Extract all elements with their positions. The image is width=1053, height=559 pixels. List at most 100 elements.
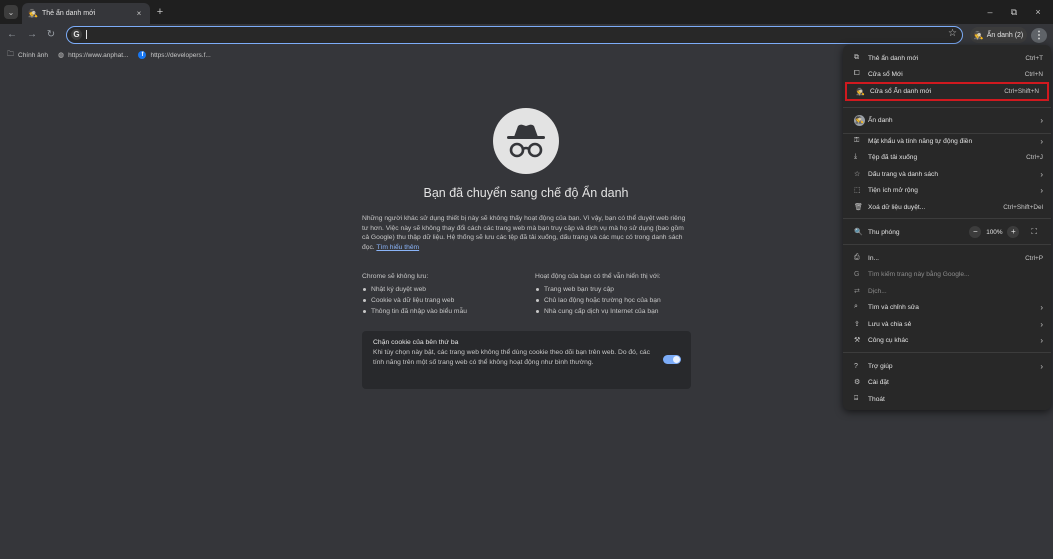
key-icon: ⚿: [854, 137, 860, 144]
menu-item-label: Trợ giúp: [868, 362, 893, 370]
find-icon: ⌕: [854, 303, 858, 310]
chevron-right-icon: ›: [1040, 136, 1043, 146]
menu-item-label: Tìm kiếm trang này bằng Google...: [868, 270, 970, 278]
menu-divider: [843, 352, 1051, 353]
menu-item-new-incognito-window[interactable]: 🕵 Cửa sổ Ẩn danh mới Ctrl+Shift+N: [845, 82, 1049, 101]
menu-item-label: Tệp đã tải xuống: [868, 153, 918, 161]
zoom-in-button[interactable]: +: [1007, 226, 1020, 238]
menu-item-new-incognito-tab[interactable]: ⧉ Thẻ ẩn danh mới Ctrl+T: [843, 50, 1051, 66]
cookie-toggle[interactable]: [663, 355, 681, 364]
menu-item-label: Tìm và chỉnh sửa: [868, 303, 919, 311]
menu-item-label: Thu phóng: [868, 228, 900, 236]
bookmark-item[interactable]: 🗀 Chính ảnh: [7, 50, 48, 61]
menu-item-label: Tiện ích mở rộng: [868, 186, 918, 194]
forward-button[interactable]: →: [26, 29, 38, 41]
google-icon: G: [71, 29, 82, 40]
not-saved-section: Chrome sẽ không lưu: Nhật ký duyệt web C…: [362, 273, 467, 317]
menu-item-new-window[interactable]: ⧠ Cửa sổ Mới Ctrl+N: [843, 66, 1051, 82]
third-party-cookie-card: Chặn cookie của bên thứ ba Khi tùy chọn …: [362, 331, 691, 389]
translate-icon: ⇄: [854, 288, 860, 295]
menu-divider: [843, 107, 1051, 108]
menu-item-label: Cửa sổ Mới: [868, 70, 903, 78]
menu-item-more-tools[interactable]: ⚒ Công cụ khác ›: [843, 332, 1051, 348]
download-icon: ⤓: [854, 153, 858, 160]
menu-item-passwords[interactable]: ⚿ Mật khẩu và tính năng tự động điền ›: [843, 133, 1051, 149]
new-tab-icon: ⧉: [854, 54, 859, 61]
menu-item-settings[interactable]: ⚙ Cài đặt: [843, 374, 1051, 390]
trash-icon: 🗑: [854, 204, 863, 211]
menu-item-label: Mật khẩu và tính năng tự động điền: [868, 137, 973, 145]
menu-item-save-share[interactable]: ⇪ Lưu và chia sẻ ›: [843, 316, 1051, 332]
bookmark-label: Chính ảnh: [18, 51, 48, 59]
menu-item-label: Xoá dữ liệu duyệt...: [868, 203, 926, 211]
bookmark-star-icon[interactable]: ☆: [948, 28, 957, 39]
menu-item-find-edit[interactable]: ⌕ Tìm và chỉnh sửa ›: [843, 299, 1051, 315]
tab-title: Thẻ ẩn danh mới: [42, 10, 96, 17]
menu-item-label: Ẩn danh: [868, 116, 893, 124]
menu-item-label: In...: [868, 254, 879, 262]
extension-icon: ⬚: [854, 187, 861, 194]
print-icon: ⎙: [854, 254, 860, 261]
tab-incognito[interactable]: 🕵 Thẻ ẩn danh mới ×: [22, 3, 150, 24]
menu-item-search-google: G Tìm kiếm trang này bằng Google...: [843, 266, 1051, 282]
menu-item-help[interactable]: ? Trợ giúp ›: [843, 358, 1051, 374]
visible-to-section: Hoạt động của bạn có thể vẫn hiển thị vớ…: [535, 273, 661, 317]
menu-item-label: Cửa sổ Ẩn danh mới: [870, 88, 932, 95]
back-button[interactable]: ←: [6, 29, 18, 41]
menu-divider: [843, 244, 1051, 245]
menu-item-shortcut: Ctrl+N: [1024, 70, 1043, 78]
menu-item-profile[interactable]: 🕵 Ẩn danh ›: [843, 111, 1051, 129]
chrome-menu-button[interactable]: ⋮: [1031, 28, 1047, 43]
menu-item-label: Lưu và chia sẻ: [868, 320, 912, 328]
bookmark-item[interactable]: ◍ https://www.anphat...: [58, 51, 129, 60]
menu-item-label: Thẻ ẩn danh mới: [868, 54, 919, 62]
menu-item-extensions[interactable]: ⬚ Tiện ích mở rộng ›: [843, 182, 1051, 198]
bookmark-label: https://www.anphat...: [68, 51, 129, 59]
toolbar: ← → ↻ G ☆ 🕵 Ẩn danh (2) ⋮: [0, 24, 1053, 46]
menu-item-shortcut: Ctrl+P: [1025, 254, 1043, 262]
section-title: Hoạt động của bạn có thể vẫn hiển thị vớ…: [535, 273, 661, 280]
bookmark-label: https://developers.f...: [150, 51, 211, 59]
close-icon[interactable]: ×: [134, 9, 144, 18]
menu-item-downloads[interactable]: ⤓ Tệp đã tải xuống Ctrl+J: [843, 149, 1051, 165]
incognito-label: Ẩn danh (2): [986, 31, 1024, 39]
chevron-right-icon: ›: [1040, 185, 1043, 195]
share-icon: ⇪: [854, 321, 860, 328]
toggle-knob: [673, 356, 680, 363]
tab-search-button[interactable]: ⌄: [4, 5, 18, 19]
menu-item-shortcut: Ctrl+T: [1025, 54, 1043, 62]
zoom-level: 100%: [986, 228, 1003, 236]
list-item: Nhà cung cấp dịch vụ Internet của bạn: [535, 306, 661, 317]
zoom-out-button[interactable]: −: [969, 226, 982, 238]
menu-item-clear-data[interactable]: 🗑 Xoá dữ liệu duyệt... Ctrl+Shift+Del: [843, 199, 1051, 215]
menu-item-shortcut: Ctrl+Shift+N: [1004, 88, 1039, 95]
menu-item-print[interactable]: ⎙ In... Ctrl+P: [843, 250, 1051, 266]
incognito-icon: [507, 124, 545, 158]
address-bar[interactable]: G ☆: [66, 26, 963, 44]
help-icon: ?: [854, 362, 858, 370]
folder-icon: 🗀: [7, 50, 14, 58]
learn-more-link[interactable]: Tìm hiểu thêm: [376, 244, 419, 251]
reload-button[interactable]: ↻: [45, 29, 57, 41]
chevron-right-icon: ›: [1040, 335, 1043, 345]
close-window-button[interactable]: ×: [1029, 5, 1047, 19]
settings-icon: ⚙: [854, 379, 861, 386]
menu-item-bookmarks[interactable]: ☆ Dấu trang và danh sách ›: [843, 166, 1051, 182]
profile-icon: 🕵: [854, 114, 865, 126]
maximize-button[interactable]: ⧉: [1005, 5, 1023, 19]
incognito-icon: 🕵: [973, 30, 984, 40]
chevron-right-icon: ›: [1040, 115, 1043, 125]
list-item: Thông tin đã nhập vào biểu mẫu: [362, 306, 467, 317]
list-item: Chủ lao động hoặc trường học của bạn: [535, 295, 661, 306]
page-title: Bạn đã chuyển sang chế độ Ẩn danh: [423, 186, 629, 200]
incognito-profile-button[interactable]: 🕵 Ẩn danh (2): [970, 27, 1027, 43]
fullscreen-icon[interactable]: ⛶: [1031, 227, 1037, 237]
chevron-right-icon: ›: [1040, 361, 1043, 371]
bookmark-item[interactable]: f https://developers.f...: [138, 51, 211, 59]
chevron-right-icon: ›: [1040, 169, 1043, 179]
menu-item-exit[interactable]: ⍈ Thoát: [843, 391, 1051, 407]
chevron-right-icon: ›: [1040, 302, 1043, 312]
minimize-button[interactable]: –: [981, 5, 999, 19]
new-tab-button[interactable]: +: [154, 5, 166, 19]
menu-item-shortcut: Ctrl+Shift+Del: [1003, 203, 1043, 211]
